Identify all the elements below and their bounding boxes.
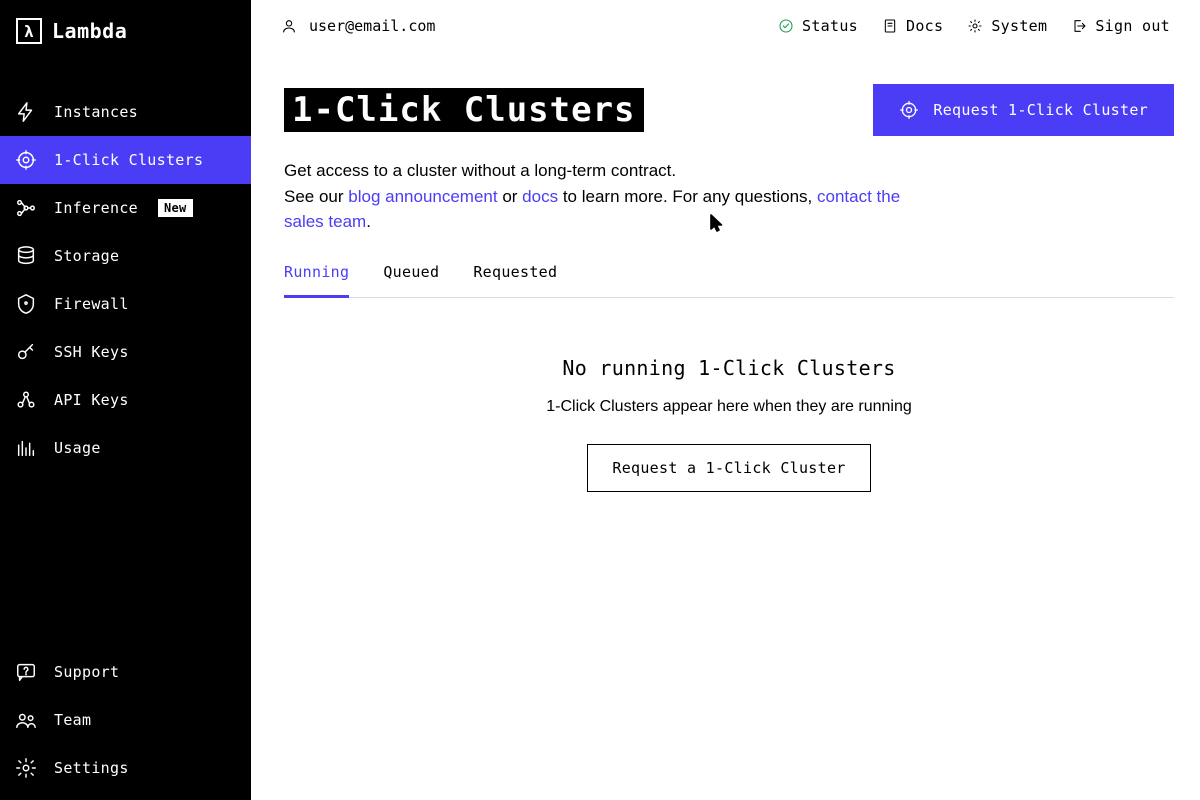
sidebar-nav-top: Instances 1-Click Clusters Inference New… xyxy=(0,88,251,648)
request-cluster-outline-button[interactable]: Request a 1-Click Cluster xyxy=(587,444,870,492)
sidebar-item-label: Team xyxy=(54,711,91,729)
help-chat-icon xyxy=(14,660,38,684)
network-icon xyxy=(14,196,38,220)
tab-queued[interactable]: Queued xyxy=(383,263,439,297)
sidebar-nav-bottom: Support Team Settings xyxy=(0,648,251,792)
target-icon xyxy=(899,100,919,120)
user-icon xyxy=(281,18,297,34)
sidebar-item-api-keys[interactable]: API Keys xyxy=(0,376,251,424)
api-icon xyxy=(14,388,38,412)
empty-state: No running 1-Click Clusters 1-Click Clus… xyxy=(284,356,1174,492)
bars-icon xyxy=(14,436,38,460)
empty-state-title: No running 1-Click Clusters xyxy=(284,356,1174,380)
sidebar-item-1-click-clusters[interactable]: 1-Click Clusters xyxy=(0,136,251,184)
sidebar-item-support[interactable]: Support xyxy=(0,648,251,696)
empty-state-subtitle: 1-Click Clusters appear here when they a… xyxy=(284,398,1174,416)
sidebar-item-label: API Keys xyxy=(54,391,129,409)
user-email: user@email.com xyxy=(309,17,435,35)
page-title: 1-Click Clusters xyxy=(284,88,644,132)
topbar-link-label: Status xyxy=(802,17,858,35)
target-icon xyxy=(14,148,38,172)
user-chip[interactable]: user@email.com xyxy=(281,17,435,35)
team-icon xyxy=(14,708,38,732)
topbar-system[interactable]: System xyxy=(967,17,1047,35)
cluster-tabs: Running Queued Requested xyxy=(284,263,1174,298)
cursor-icon xyxy=(710,214,724,236)
sidebar-item-label: Firewall xyxy=(54,295,129,313)
topbar-link-label: System xyxy=(991,17,1047,35)
sidebar-item-label: SSH Keys xyxy=(54,343,129,361)
sidebar-item-label: 1-Click Clusters xyxy=(54,151,203,169)
docs-link[interactable]: docs xyxy=(522,187,558,206)
brand-logo[interactable]: λ Lambda xyxy=(0,0,251,62)
sidebar-item-instances[interactable]: Instances xyxy=(0,88,251,136)
blog-link[interactable]: blog announcement xyxy=(348,187,497,206)
sidebar-item-label: Usage xyxy=(54,439,101,457)
sidebar-item-team[interactable]: Team xyxy=(0,696,251,744)
request-cluster-button[interactable]: Request 1-Click Cluster xyxy=(873,84,1174,136)
sidebar-item-label: Inference xyxy=(54,199,138,217)
topbar-link-label: Docs xyxy=(906,17,943,35)
key-icon xyxy=(14,340,38,364)
topbar-signout[interactable]: Sign out xyxy=(1071,17,1170,35)
button-label: Request 1-Click Cluster xyxy=(933,101,1148,119)
sidebar-item-label: Instances xyxy=(54,103,138,121)
new-badge: New xyxy=(158,199,193,217)
sidebar-item-settings[interactable]: Settings xyxy=(0,744,251,792)
page-description: Get access to a cluster without a long-t… xyxy=(284,158,904,235)
bolt-icon xyxy=(14,100,38,124)
tab-requested[interactable]: Requested xyxy=(473,263,557,297)
sidebar-item-inference[interactable]: Inference New xyxy=(0,184,251,232)
sidebar-item-label: Support xyxy=(54,663,119,681)
database-icon xyxy=(14,244,38,268)
topbar-docs[interactable]: Docs xyxy=(882,17,943,35)
tab-running[interactable]: Running xyxy=(284,263,349,298)
sidebar: λ Lambda Instances 1-Click Clusters Infe… xyxy=(0,0,251,800)
topbar: user@email.com Status Docs System Sign o… xyxy=(251,0,1200,52)
topbar-status[interactable]: Status xyxy=(778,17,858,35)
main-content: 1-Click Clusters Request 1-Click Cluster… xyxy=(251,52,1200,800)
system-gear-icon xyxy=(967,18,983,34)
sidebar-item-label: Settings xyxy=(54,759,129,777)
sidebar-item-usage[interactable]: Usage xyxy=(0,424,251,472)
brand-name: Lambda xyxy=(52,19,127,43)
shield-icon xyxy=(14,292,38,316)
docs-icon xyxy=(882,18,898,34)
sidebar-item-storage[interactable]: Storage xyxy=(0,232,251,280)
signout-icon xyxy=(1071,18,1087,34)
sidebar-item-ssh-keys[interactable]: SSH Keys xyxy=(0,328,251,376)
lambda-icon: λ xyxy=(16,18,42,44)
sidebar-item-label: Storage xyxy=(54,247,119,265)
topbar-link-label: Sign out xyxy=(1095,17,1170,35)
gear-icon xyxy=(14,756,38,780)
status-ok-icon xyxy=(778,18,794,34)
sidebar-item-firewall[interactable]: Firewall xyxy=(0,280,251,328)
